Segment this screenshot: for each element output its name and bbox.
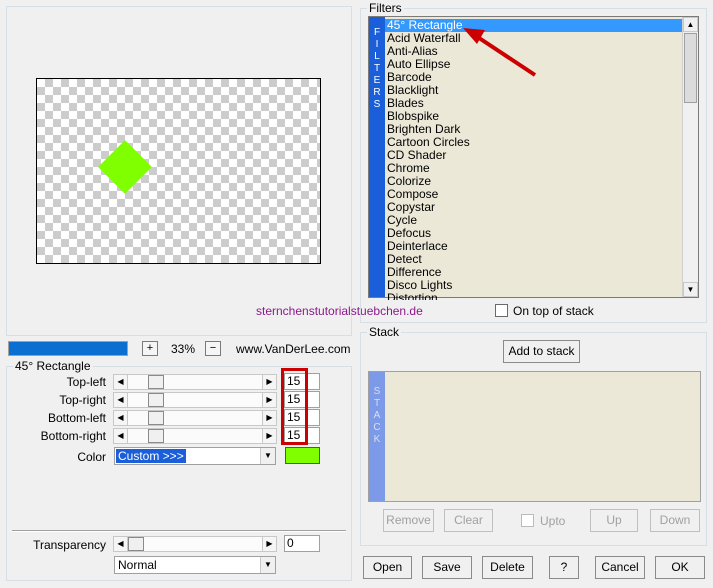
progress-bar: [8, 341, 128, 356]
slider-label-bottom-right: Bottom-right: [40, 429, 106, 443]
zoom-in-button[interactable]: +: [142, 341, 158, 356]
slider-left-arrow-icon[interactable]: ◀: [114, 375, 128, 389]
scroll-up-icon[interactable]: ▲: [683, 17, 698, 32]
filters-strip: FILTERS: [369, 17, 385, 297]
slider-thumb[interactable]: [128, 537, 144, 551]
slider-right-arrow-icon[interactable]: ▶: [262, 393, 276, 407]
down-button[interactable]: Down: [650, 509, 700, 532]
slider-top-left[interactable]: ◀ ▶: [113, 374, 277, 390]
slider-thumb[interactable]: [148, 393, 164, 407]
slider-label-bottom-left: Bottom-left: [47, 411, 106, 425]
preview-canvas: [36, 78, 321, 264]
params-title: 45° Rectangle: [13, 359, 93, 373]
slider-right-arrow-icon[interactable]: ▶: [262, 375, 276, 389]
on-top-checkbox[interactable]: [495, 304, 508, 317]
cancel-button[interactable]: Cancel: [595, 556, 645, 579]
slider-left-arrow-icon[interactable]: ◀: [114, 537, 128, 551]
blend-mode-value: Normal: [118, 558, 157, 572]
slider-right-arrow-icon[interactable]: ▶: [262, 429, 276, 443]
chevron-down-icon[interactable]: ▼: [260, 448, 275, 464]
filters-scrollbar[interactable]: ▲ ▼: [682, 17, 698, 297]
color-select-value: Custom >>>: [116, 449, 186, 463]
chevron-down-icon[interactable]: ▼: [260, 557, 275, 573]
slider-thumb[interactable]: [148, 429, 164, 443]
slider-thumb[interactable]: [148, 375, 164, 389]
filter-item[interactable]: Distortion: [387, 292, 438, 300]
zoom-level: 33%: [171, 342, 196, 356]
on-top-label: On top of stack: [513, 304, 594, 318]
scroll-down-icon[interactable]: ▼: [683, 282, 698, 297]
upto-checkbox[interactable]: [521, 514, 534, 527]
slider-bottom-right[interactable]: ◀ ▶: [113, 428, 277, 444]
help-button[interactable]: ?: [549, 556, 579, 579]
slider-thumb[interactable]: [148, 411, 164, 425]
remove-button[interactable]: Remove: [383, 509, 434, 532]
add-to-stack-button[interactable]: Add to stack: [503, 340, 580, 363]
stack-strip: STACK: [369, 372, 385, 501]
upto-label: Upto: [540, 514, 566, 528]
divider: [12, 530, 346, 532]
slider-top-right[interactable]: ◀ ▶: [113, 392, 277, 408]
stack-list[interactable]: STACK: [368, 371, 701, 502]
delete-button[interactable]: Delete: [482, 556, 533, 579]
blend-mode-select[interactable]: Normal ▼: [114, 556, 276, 574]
transparency-value[interactable]: 0: [284, 535, 320, 552]
filter-item[interactable]: Disco Lights: [387, 279, 452, 292]
clear-button[interactable]: Clear: [444, 509, 493, 532]
vanderlee-link[interactable]: www.VanDerLee.com: [236, 342, 351, 356]
transparency-label: Transparency: [33, 538, 106, 552]
color-select[interactable]: Custom >>> ▼: [114, 447, 276, 465]
slider-left-arrow-icon[interactable]: ◀: [114, 393, 128, 407]
color-label: Color: [77, 450, 106, 464]
highlight-box: [281, 368, 308, 445]
slider-right-arrow-icon[interactable]: ▶: [262, 537, 276, 551]
slider-left-arrow-icon[interactable]: ◀: [114, 411, 128, 425]
open-button[interactable]: Open: [363, 556, 412, 579]
slider-bottom-left[interactable]: ◀ ▶: [113, 410, 277, 426]
slider-left-arrow-icon[interactable]: ◀: [114, 429, 128, 443]
annotation-arrow-icon: [463, 28, 537, 77]
color-swatch[interactable]: [285, 447, 320, 464]
slider-label-top-right: Top-right: [59, 393, 106, 407]
up-button[interactable]: Up: [590, 509, 638, 532]
scroll-thumb[interactable]: [684, 33, 697, 103]
slider-right-arrow-icon[interactable]: ▶: [262, 411, 276, 425]
stack-title: Stack: [367, 325, 402, 339]
transparency-slider[interactable]: ◀ ▶: [113, 536, 277, 552]
ok-button[interactable]: OK: [655, 556, 705, 579]
zoom-out-button[interactable]: −: [205, 341, 221, 356]
slider-label-top-left: Top-left: [66, 375, 106, 389]
filters-title: Filters: [367, 1, 404, 15]
save-button[interactable]: Save: [422, 556, 472, 579]
